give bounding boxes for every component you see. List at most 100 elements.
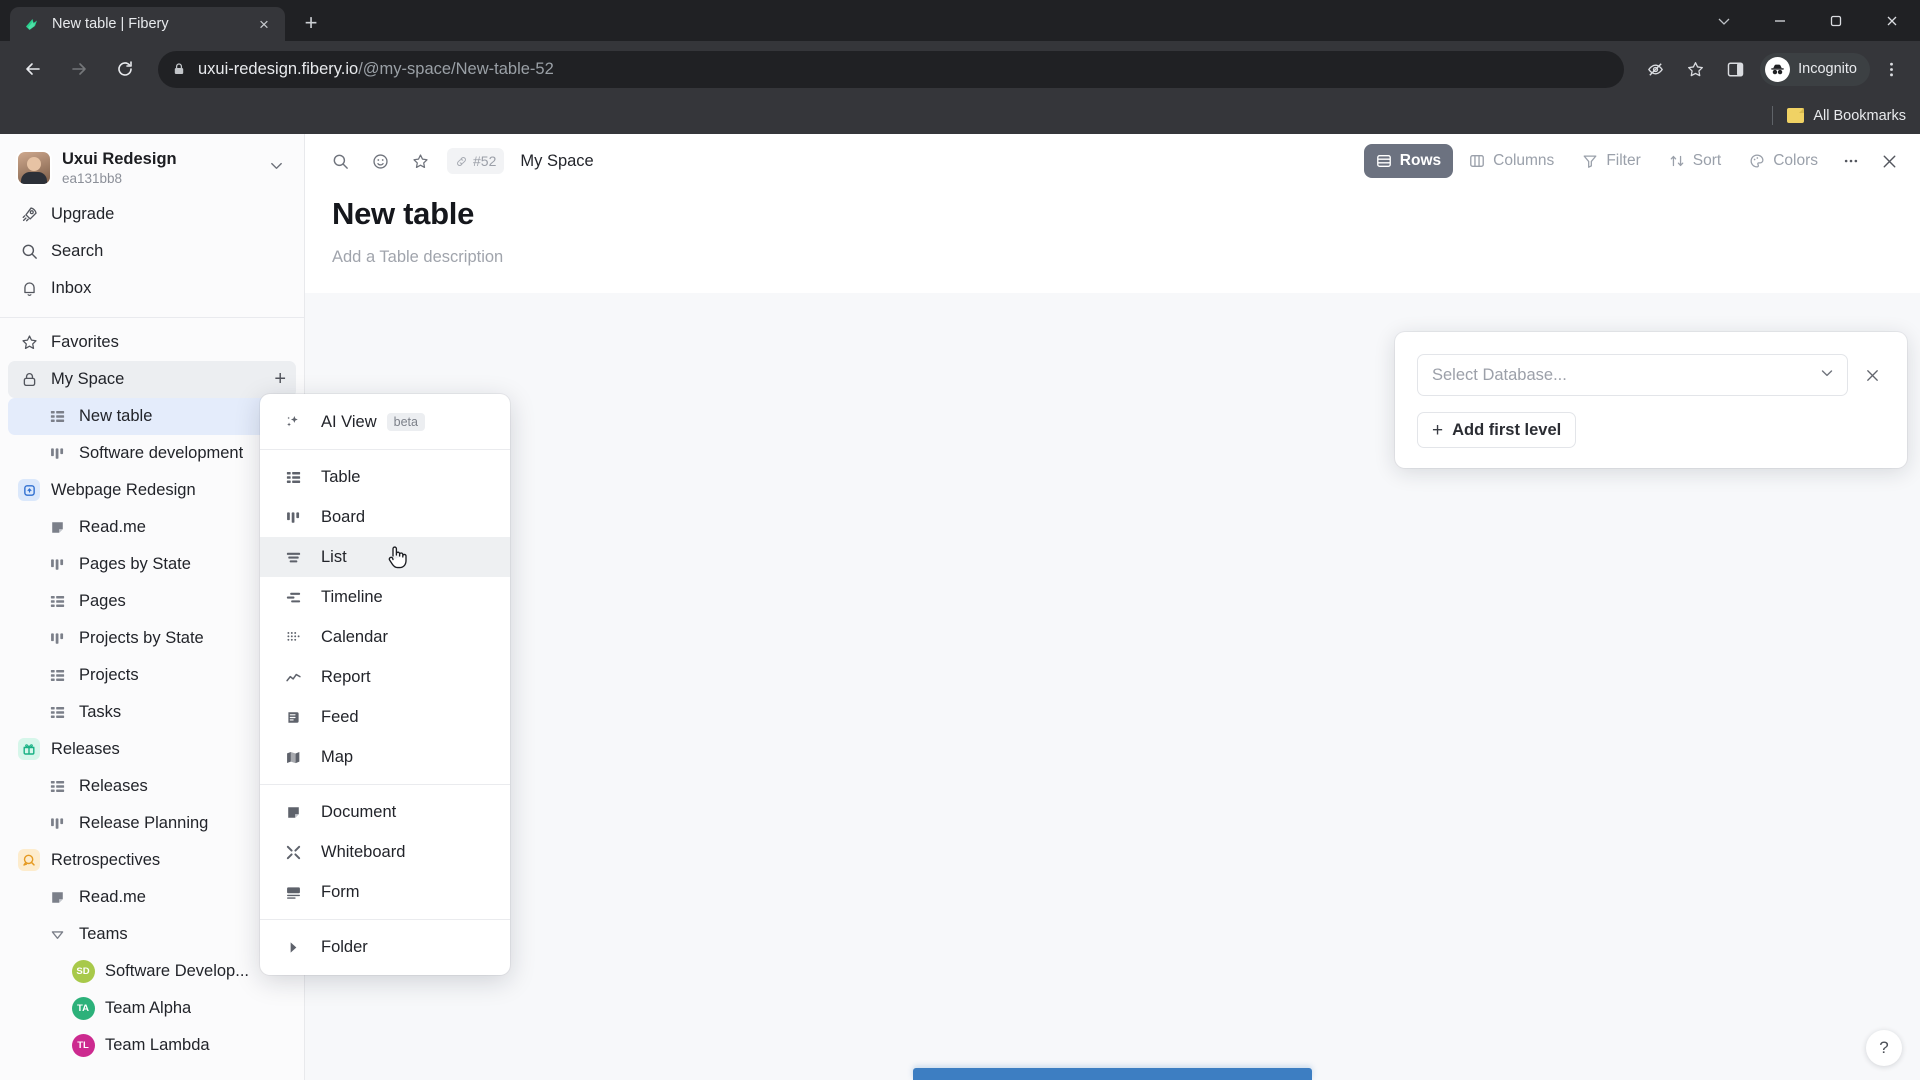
document-icon — [44, 889, 70, 906]
add-first-level-label: Add first level — [1452, 420, 1562, 439]
board-icon — [44, 815, 70, 832]
avatar: TL — [71, 1033, 95, 1057]
sidebar-item-read-me[interactable]: Read.me — [8, 509, 296, 546]
side-panel-icon[interactable] — [1716, 50, 1754, 88]
maximize-icon[interactable] — [1808, 0, 1864, 41]
minimize-icon[interactable] — [1752, 0, 1808, 41]
sidebar-item-teams[interactable]: Teams — [8, 916, 296, 953]
sidebar-item-pages[interactable]: Pages — [8, 583, 296, 620]
rocket-icon — [16, 205, 42, 224]
star-icon[interactable] — [403, 144, 437, 178]
reload-button[interactable] — [106, 50, 144, 88]
search-icon[interactable] — [323, 144, 357, 178]
kebab-menu-icon[interactable] — [1872, 50, 1910, 88]
menu-item-label: Report — [321, 667, 371, 686]
close-panel-button[interactable] — [1872, 144, 1906, 178]
tab-columns[interactable]: Columns — [1457, 144, 1566, 178]
tab-close-icon[interactable]: × — [253, 13, 275, 35]
avatar-tl: TL — [70, 1033, 96, 1057]
sidebar-item-releases[interactable]: Releases — [8, 768, 296, 805]
map-icon — [282, 749, 304, 766]
sidebar-item-search[interactable]: Search — [8, 233, 296, 270]
tab-label: Columns — [1493, 152, 1555, 169]
sidebar-item-favorites[interactable]: Favorites — [8, 324, 296, 361]
sidebar-item-label: Projects by State — [79, 628, 204, 647]
page-title[interactable]: New table — [332, 196, 1920, 232]
database-row: Select Database... — [1417, 354, 1885, 396]
menu-item-whiteboard[interactable]: Whiteboard — [260, 832, 510, 872]
sidebar-item-label: Favorites — [51, 332, 119, 351]
sidebar-item-label: Teams — [79, 924, 128, 943]
menu-item-document[interactable]: Document — [260, 792, 510, 832]
bookmarks-bar: All Bookmarks — [0, 97, 1920, 134]
menu-item-board[interactable]: Board — [260, 497, 510, 537]
remove-level-button[interactable] — [1860, 363, 1885, 388]
menu-item-report[interactable]: Report — [260, 657, 510, 697]
profile-label: Incognito — [1798, 61, 1857, 77]
entity-id-chip[interactable]: #52 — [447, 148, 505, 174]
sidebar-item-tasks[interactable]: Tasks — [8, 694, 296, 731]
sidebar-item-webpage-redesign[interactable]: Webpage Redesign — [8, 472, 296, 509]
sidebar-item-software-development[interactable]: Software development — [8, 435, 296, 472]
sidebar-item-releases[interactable]: Releases — [8, 731, 296, 768]
add-first-level-button[interactable]: + Add first level — [1417, 412, 1577, 448]
incognito-icon — [1765, 56, 1791, 82]
avatar: SD — [71, 959, 95, 983]
menu-item-folder[interactable]: Folder — [260, 927, 510, 967]
list-icon — [282, 549, 304, 566]
menu-item-timeline[interactable]: Timeline — [260, 577, 510, 617]
forward-button[interactable] — [60, 50, 98, 88]
help-button[interactable]: ? — [1866, 1030, 1902, 1066]
database-select[interactable]: Select Database... — [1417, 354, 1848, 396]
sidebar-item-retrospectives[interactable]: Retrospectives — [8, 842, 296, 879]
url-text: uxui-redesign.fibery.io/@my-space/New-ta… — [198, 60, 554, 79]
address-bar[interactable]: uxui-redesign.fibery.io/@my-space/New-ta… — [158, 50, 1625, 88]
more-options-button[interactable] — [1834, 144, 1868, 178]
chevron-down-icon[interactable] — [265, 154, 288, 182]
sidebar-item-team-lambda[interactable]: TL Team Lambda — [8, 1027, 296, 1064]
sidebar-item-my-space[interactable]: My Space + — [8, 360, 296, 398]
menu-item-list[interactable]: List — [260, 537, 510, 577]
sidebar-item-read-me[interactable]: Read.me — [8, 879, 296, 916]
browser-tab[interactable]: New table | Fibery × — [10, 7, 285, 41]
sidebar-item-upgrade[interactable]: Upgrade — [8, 196, 296, 233]
chevron-collapse-icon — [44, 926, 70, 943]
sidebar-item-inbox[interactable]: Inbox — [8, 270, 296, 307]
menu-item-ai-view[interactable]: AI View beta — [260, 402, 510, 442]
breadcrumb[interactable]: My Space — [520, 152, 593, 171]
menu-item-form[interactable]: Form — [260, 872, 510, 912]
all-bookmarks-button[interactable]: All Bookmarks — [1787, 108, 1906, 124]
sidebar-item-pages-by-state[interactable]: Pages by State — [8, 546, 296, 583]
tab-filter[interactable]: Filter — [1570, 144, 1652, 178]
avatar — [18, 151, 50, 184]
workspace-header[interactable]: Uxui Redesign ea131bb8 — [0, 142, 304, 196]
menu-item-table[interactable]: Table — [260, 457, 510, 497]
table-icon — [44, 408, 70, 425]
sidebar-item-projects-by-state[interactable]: Projects by State — [8, 620, 296, 657]
menu-item-calendar[interactable]: Calendar — [260, 617, 510, 657]
tab-search-chevron-icon[interactable] — [1696, 0, 1752, 41]
sidebar-item-projects[interactable]: Projects — [8, 657, 296, 694]
tab-rows[interactable]: Rows — [1363, 144, 1454, 178]
sidebar-item-software-develop[interactable]: SD Software Develop... — [8, 953, 296, 990]
menu-item-map[interactable]: Map — [260, 737, 510, 777]
window-controls — [1696, 0, 1920, 41]
close-window-icon[interactable] — [1864, 0, 1920, 41]
tab-colors[interactable]: Colors — [1737, 144, 1830, 178]
sidebar-item-release-planning[interactable]: Release Planning — [8, 805, 296, 842]
tab-sort[interactable]: Sort — [1657, 144, 1733, 178]
new-tab-button[interactable]: + — [294, 6, 328, 40]
back-button[interactable] — [14, 50, 52, 88]
menu-item-label: Calendar — [321, 627, 388, 646]
sidebar-item-team-alpha[interactable]: TA Team Alpha — [8, 990, 296, 1027]
sidebar-item-new-table[interactable]: New table — [8, 397, 296, 435]
browser-toolbar: uxui-redesign.fibery.io/@my-space/New-ta… — [0, 41, 1920, 97]
menu-item-feed[interactable]: Feed — [260, 697, 510, 737]
page-description-placeholder[interactable]: Add a Table description — [332, 248, 1920, 267]
eye-slash-icon[interactable] — [1636, 50, 1674, 88]
add-view-button[interactable]: + — [274, 369, 286, 389]
star-icon[interactable] — [1676, 50, 1714, 88]
menu-item-label: List — [321, 547, 347, 566]
profile-chip[interactable]: Incognito — [1760, 52, 1870, 86]
emoji-icon[interactable] — [363, 144, 397, 178]
